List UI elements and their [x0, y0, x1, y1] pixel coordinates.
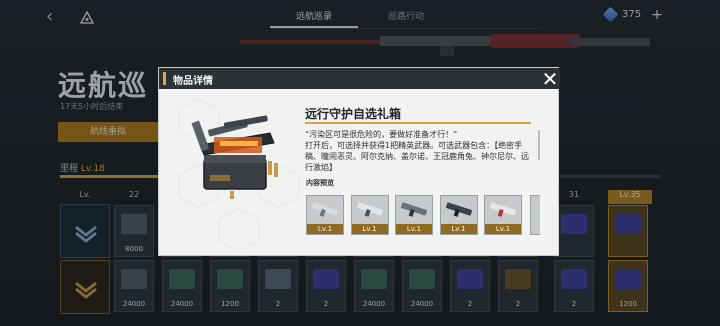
red-rifle-weapon-icon: [489, 202, 517, 217]
item-description[interactable]: “污染区可是很危险的，要做好准备才行！” 打开后，可选择并获得1把精英武器。可选…: [305, 129, 535, 173]
item-description-quote: “污染区可是很危险的，要做好准备才行！”: [305, 130, 458, 139]
header-accent-bar: [163, 72, 166, 85]
preview-item-level: Lv.1: [351, 224, 388, 234]
smg-weapon-icon: [311, 202, 339, 217]
preview-item-level: Lv.1: [307, 224, 343, 234]
preview-item[interactable]: Lv.1: [350, 195, 389, 235]
preview-item[interactable]: Lv.1: [395, 195, 433, 235]
description-scrollbar[interactable]: [538, 130, 540, 160]
modal-title: 物品详情: [173, 76, 213, 87]
preview-item-level: Lv.1: [440, 224, 477, 234]
shotgun-weapon-icon: [400, 202, 428, 217]
preview-item[interactable]: Lv.1: [484, 195, 522, 235]
item-name: 远行守护自选礼箱: [305, 107, 402, 121]
sniper-weapon-icon: [445, 202, 472, 217]
close-icon[interactable]: ✕: [540, 69, 560, 90]
preview-item[interactable]: Lv.1: [439, 195, 478, 235]
gift-box-image: [191, 115, 278, 199]
content-preview-label: 内容预览: [306, 179, 334, 187]
modal-header: 物品详情: [159, 68, 560, 89]
item-name-underline: [305, 122, 531, 124]
preview-next-item-partial[interactable]: [530, 195, 540, 235]
preview-item-level: Lv.1: [396, 224, 432, 234]
rifle-weapon-icon: [356, 202, 383, 217]
item-description-body: 打开后，可选择并获得1把精英武器。可选武器包含：【绝密手稿、瞳闹恶灵、阿尔克纳、…: [305, 141, 529, 172]
preview-item[interactable]: Lv.1: [306, 195, 344, 235]
preview-item-level: Lv.1: [485, 224, 521, 234]
